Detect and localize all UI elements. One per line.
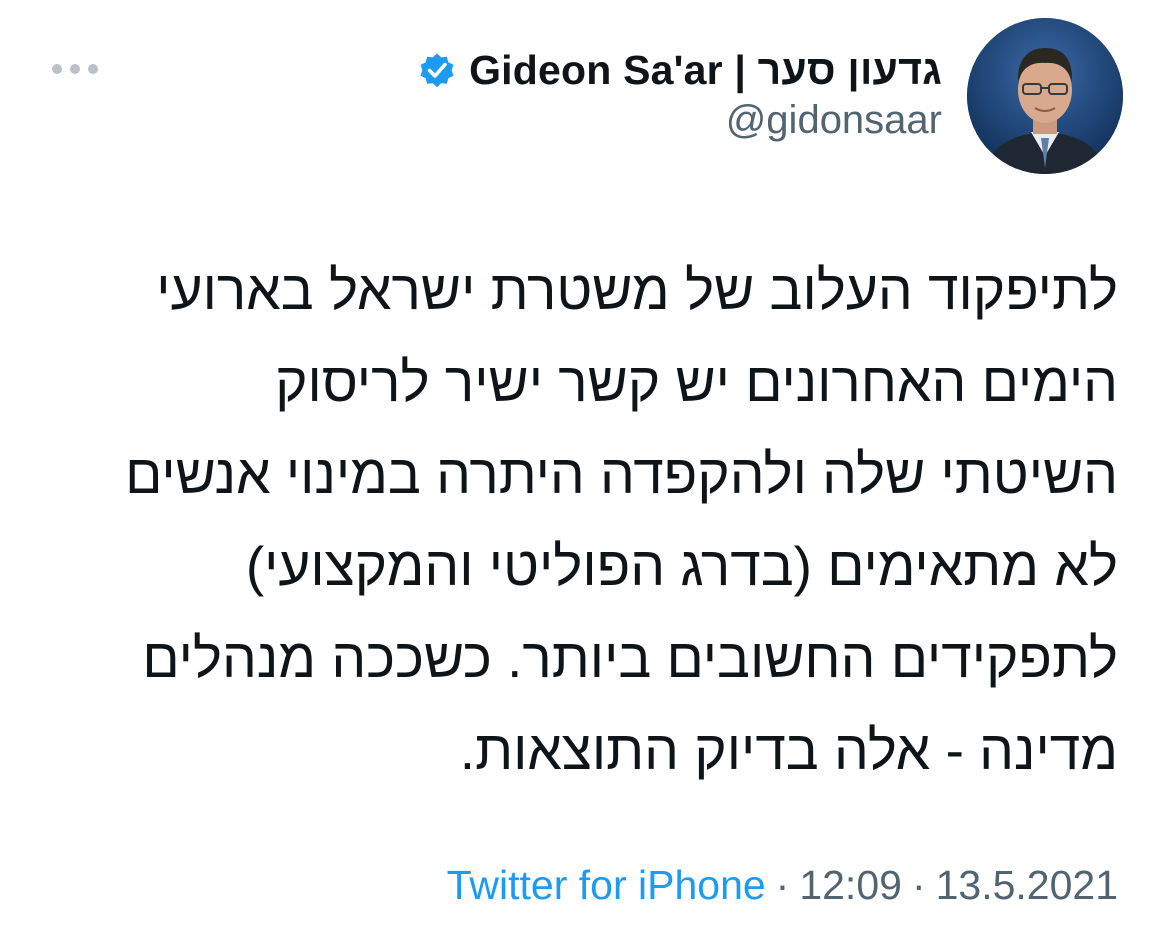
tweet-date[interactable]: 13.5.2021 <box>936 862 1118 908</box>
avatar-photo-icon <box>967 18 1123 174</box>
more-options-button[interactable] <box>52 58 98 80</box>
author-name-row[interactable]: Gideon Sa'ar | גדעון סער <box>417 40 942 100</box>
tweet-time[interactable]: 12:09 <box>799 862 902 908</box>
tweet-text-line: הימים האחרונים יש קשר ישיר לריסוק <box>275 351 1118 413</box>
tweet-metadata: Twitter for iPhone · 12:09 · 13.5.2021 <box>447 862 1118 909</box>
author-display-name: Gideon Sa'ar | גדעון סער <box>469 46 942 93</box>
verified-badge-icon <box>417 50 457 90</box>
more-dot-icon <box>70 64 80 74</box>
author-handle[interactable]: @gidonsaar <box>726 98 942 143</box>
metadata-separator: · <box>775 862 790 908</box>
tweet-source-link[interactable]: Twitter for iPhone <box>447 862 766 908</box>
more-dot-icon <box>88 64 98 74</box>
more-dot-icon <box>52 64 62 74</box>
tweet-text-line: לא מתאימים (בדרג הפוליטי והמקצועי) <box>245 535 1118 597</box>
tweet-text-line: לתיפקוד העלוב של משטרת ישראל בארועי <box>156 259 1118 321</box>
tweet-text-line: מדינה - אלה בדיוק התוצאות. <box>459 719 1118 781</box>
tweet-text-line: השיטתי שלה ולהקפדה היתרה במינוי אנשים <box>125 443 1118 505</box>
tweet-text: לתיפקוד העלוב של משטרת ישראל בארועי הימי… <box>38 244 1118 796</box>
tweet-text-line: לתפקידים החשובים ביותר. כשככה מנהלים <box>142 627 1118 689</box>
avatar[interactable] <box>967 18 1123 174</box>
metadata-separator: · <box>911 862 926 908</box>
